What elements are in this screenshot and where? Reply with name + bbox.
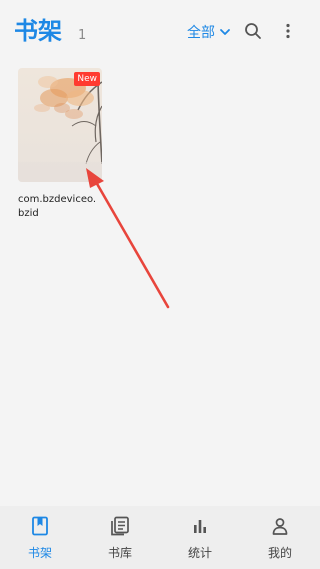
filter-dropdown[interactable]: 全部 bbox=[187, 22, 231, 42]
nav-item-bookshelf[interactable]: 书架 bbox=[0, 506, 80, 569]
book-item[interactable]: New com.bzdeviceo.bzid bbox=[18, 68, 102, 221]
person-icon bbox=[269, 515, 291, 537]
more-vertical-icon bbox=[279, 22, 297, 40]
chevron-down-icon bbox=[219, 26, 231, 38]
bottom-nav: 书架 书库 统计 我的 bbox=[0, 506, 320, 569]
new-badge: New bbox=[74, 72, 100, 86]
more-options-button[interactable] bbox=[276, 19, 300, 43]
search-icon bbox=[244, 22, 262, 40]
top-bar: 书架 1 全部 bbox=[0, 0, 320, 62]
bar-chart-icon bbox=[189, 515, 211, 537]
nav-item-stats[interactable]: 统计 bbox=[160, 506, 240, 569]
nav-label: 统计 bbox=[187, 546, 212, 560]
book-count: 1 bbox=[78, 28, 87, 43]
nav-label: 书库 bbox=[107, 546, 132, 560]
bookmark-icon bbox=[29, 515, 51, 537]
library-icon bbox=[109, 515, 131, 537]
nav-label: 书架 bbox=[27, 546, 52, 560]
book-title: com.bzdeviceo.bzid bbox=[18, 194, 97, 219]
page-title: 书架 bbox=[14, 17, 62, 45]
filter-label: 全部 bbox=[187, 25, 215, 41]
book-cover: New bbox=[18, 68, 102, 182]
nav-item-library[interactable]: 书库 bbox=[80, 506, 160, 569]
nav-label: 我的 bbox=[267, 546, 292, 560]
search-button[interactable] bbox=[241, 19, 265, 43]
nav-item-profile[interactable]: 我的 bbox=[240, 506, 320, 569]
